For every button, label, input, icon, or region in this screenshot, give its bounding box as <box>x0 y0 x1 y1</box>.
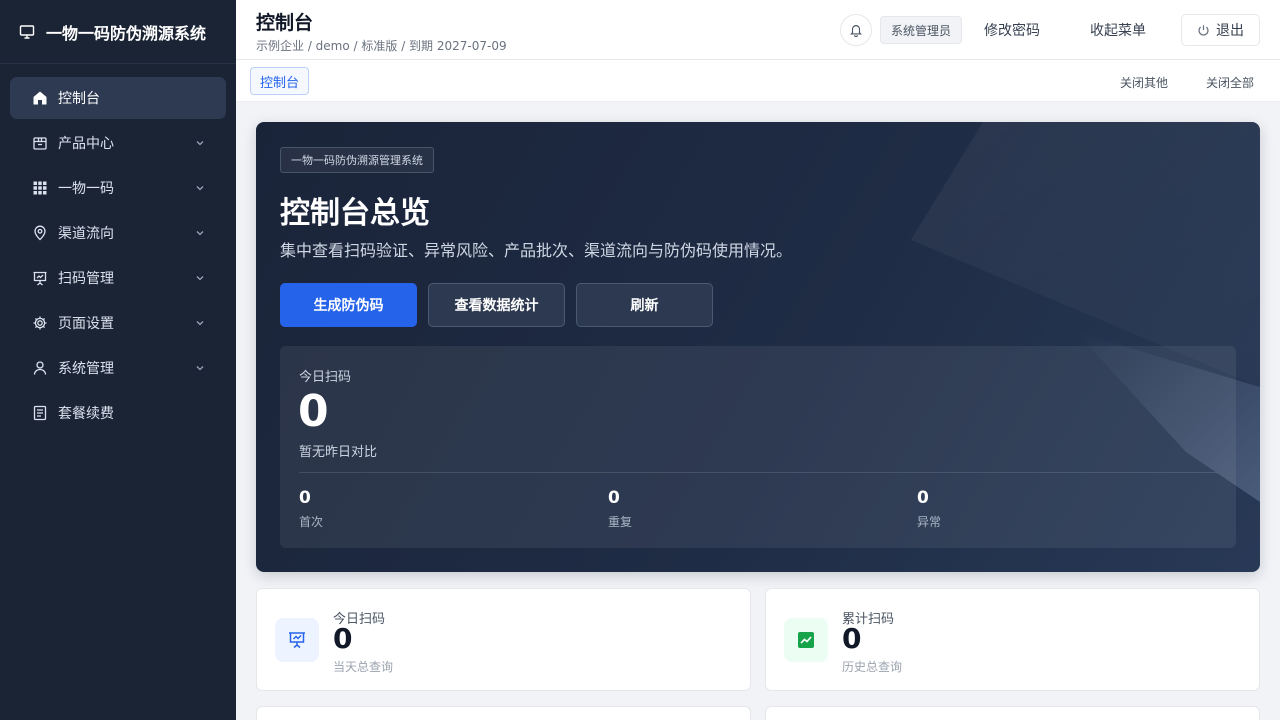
logout-button[interactable]: 退出 <box>1181 14 1260 46</box>
repeat-scan-label: 重复 <box>608 515 633 529</box>
package-icon <box>32 135 48 151</box>
sidebar-item-plan-renewal[interactable]: 套餐续费 <box>10 392 226 434</box>
sidebar-item-label: 控制台 <box>58 91 100 107</box>
system-chip: 一物一码防伪溯源管理系统 <box>280 147 434 173</box>
sidebar-item-label: 页面设置 <box>58 316 114 332</box>
user-icon <box>32 360 48 376</box>
home-icon <box>32 90 48 106</box>
repeat-scan-stat: 0 重复 <box>608 488 632 530</box>
sidebar: 一物一码防伪溯源系统 控制台 产品中心 一物一码 渠道流向 扫码管理 页面设置 … <box>0 0 236 720</box>
sidebar-item-label: 系统管理 <box>58 361 114 377</box>
repeat-scan-value: 0 <box>608 488 620 508</box>
sidebar-item-label: 渠道流向 <box>58 226 114 242</box>
first-scan-value: 0 <box>299 488 311 508</box>
chevron-down-icon <box>196 276 204 281</box>
card-placeholder <box>765 706 1260 720</box>
today-scan-label: 今日扫码 <box>299 370 352 385</box>
total-scan-card: 累计扫码 0 历史总查询 <box>765 588 1260 691</box>
abnormal-scan-stat: 0 异常 <box>917 488 941 530</box>
abnormal-scan-label: 异常 <box>917 515 942 529</box>
tab-bar: 控制台 关闭其他 关闭全部 <box>236 60 1280 102</box>
today-scan-note: 暂无昨日对比 <box>299 445 378 460</box>
sidebar-item-label: 套餐续费 <box>58 406 114 422</box>
first-scan-stat: 0 首次 <box>299 488 323 530</box>
gear-icon <box>32 315 48 331</box>
refresh-button[interactable]: 刷新 <box>576 283 713 327</box>
top-header: 控制台 示例企业 / demo / 标准版 / 到期 2027-07-09 系统… <box>236 0 1280 60</box>
collapse-menu-link[interactable]: 收起菜单 <box>1090 20 1146 40</box>
chevron-down-icon <box>196 141 204 146</box>
close-others-button[interactable]: 关闭其他 <box>1120 74 1168 91</box>
sidebar-nav: 控制台 产品中心 一物一码 渠道流向 扫码管理 页面设置 系统管理 套餐续费 <box>0 64 236 434</box>
sidebar-item-label: 扫码管理 <box>58 271 114 287</box>
app-title: 一物一码防伪溯源系统 <box>46 23 207 43</box>
card-value: 0 <box>842 622 862 655</box>
sidebar-item-system-management[interactable]: 系统管理 <box>10 347 226 389</box>
power-icon <box>1198 24 1209 36</box>
hero-subtitle: 集中查看扫码验证、异常风险、产品批次、渠道流向与防伪码使用情况。 <box>280 241 793 260</box>
generate-code-button[interactable]: 生成防伪码 <box>280 283 417 327</box>
card-note: 历史总查询 <box>842 660 903 674</box>
scan-screen-icon <box>275 618 319 662</box>
sidebar-item-label: 产品中心 <box>58 136 114 152</box>
presentation-icon <box>32 270 48 286</box>
document-icon <box>32 405 48 421</box>
chevron-down-icon <box>196 321 204 326</box>
sidebar-item-label: 一物一码 <box>58 181 114 197</box>
card-placeholder <box>256 706 751 720</box>
change-password-link[interactable]: 修改密码 <box>984 20 1040 40</box>
view-statistics-button[interactable]: 查看数据统计 <box>428 283 565 327</box>
hero-title: 控制台总览 <box>280 196 430 231</box>
today-scan-card: 今日扫码 0 当天总查询 <box>256 588 751 691</box>
sidebar-item-page-settings[interactable]: 页面设置 <box>10 302 226 344</box>
breadcrumb: 示例企业 / demo / 标准版 / 到期 2027-07-09 <box>256 39 507 53</box>
trend-chart-icon <box>784 618 828 662</box>
abnormal-scan-value: 0 <box>917 488 929 508</box>
chevron-down-icon <box>196 231 204 236</box>
page-title: 控制台 <box>256 12 314 34</box>
today-stats-panel: 今日扫码 0 暂无昨日对比 0 首次 0 重复 0 异常 <box>280 346 1236 548</box>
role-badge: 系统管理员 <box>880 16 963 44</box>
grid-icon <box>32 180 48 196</box>
card-note: 当天总查询 <box>333 660 394 674</box>
brand: 一物一码防伪溯源系统 <box>0 0 236 64</box>
today-scan-value: 0 <box>298 386 329 437</box>
sidebar-item-scan-management[interactable]: 扫码管理 <box>10 257 226 299</box>
sidebar-item-dashboard[interactable]: 控制台 <box>10 77 226 119</box>
map-pin-icon <box>32 225 48 241</box>
sidebar-item-one-item-one-code[interactable]: 一物一码 <box>10 167 226 209</box>
sidebar-item-product-center[interactable]: 产品中心 <box>10 122 226 164</box>
sidebar-item-channel-flow[interactable]: 渠道流向 <box>10 212 226 254</box>
overview-hero: 一物一码防伪溯源管理系统 控制台总览 集中查看扫码验证、异常风险、产品批次、渠道… <box>256 122 1260 572</box>
chevron-down-icon <box>196 366 204 371</box>
logout-label: 退出 <box>1216 23 1244 39</box>
chevron-down-icon <box>196 186 204 191</box>
tab-dashboard[interactable]: 控制台 <box>250 67 310 95</box>
card-value: 0 <box>333 622 353 655</box>
bell-icon <box>850 25 862 37</box>
monitor-icon <box>18 23 36 41</box>
notification-button[interactable] <box>840 14 872 46</box>
first-scan-label: 首次 <box>299 515 324 529</box>
divider <box>299 472 1217 473</box>
close-all-button[interactable]: 关闭全部 <box>1206 74 1254 91</box>
